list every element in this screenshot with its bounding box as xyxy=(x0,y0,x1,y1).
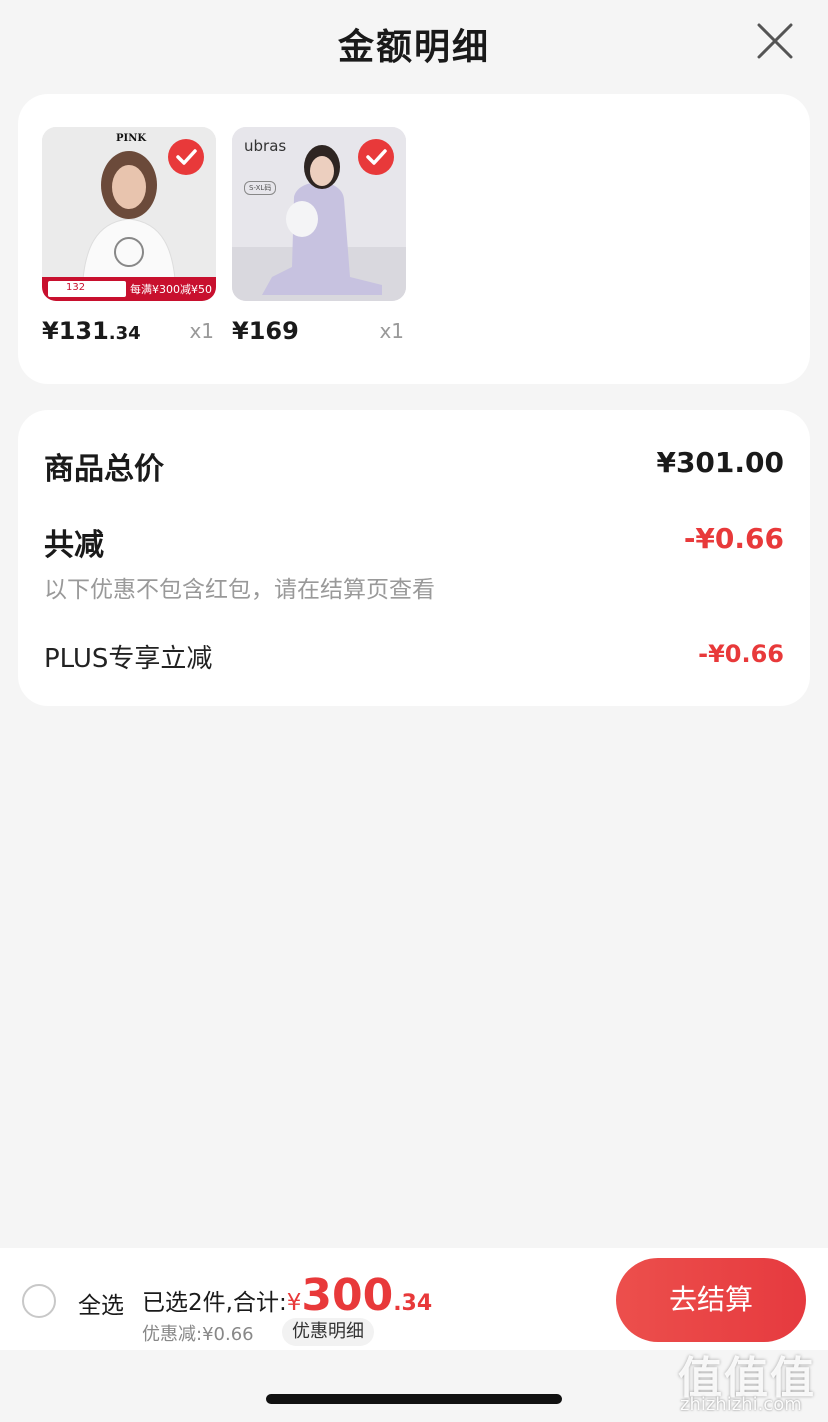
plus-discount-label: PLUS专享立减 xyxy=(44,644,213,674)
discount-label: 共减 xyxy=(44,528,104,563)
brand-logo: PINK xyxy=(116,133,147,144)
product-price: ¥169 xyxy=(232,317,299,345)
goods-total-value: ¥301.00 xyxy=(656,446,784,479)
product-card: PINK 132 每满¥300减¥50 ¥131.34 x1 ubras S-X… xyxy=(18,94,810,384)
checked-icon[interactable] xyxy=(358,139,394,175)
discount-detail-button[interactable]: 优惠明细 xyxy=(282,1318,374,1346)
product-image: PINK 132 每满¥300减¥50 xyxy=(42,127,216,301)
total-label: 已选2件,合计: xyxy=(142,1290,287,1316)
total-integer: 300 xyxy=(301,1270,394,1321)
product-image: ubras S-XL码 xyxy=(232,127,406,301)
product-item[interactable]: ubras S-XL码 ¥169 x1 xyxy=(232,127,406,345)
price-summary-card: 商品总价 ¥301.00 共减 -¥0.66 以下优惠不包含红包，请在结算页查看… xyxy=(18,410,810,706)
product-price: ¥131.34 xyxy=(42,317,141,345)
discount-value: -¥0.66 xyxy=(683,522,784,555)
price-decimal: .34 xyxy=(108,323,141,344)
watermark-url: zhizhizhi.com xyxy=(680,1394,802,1415)
total-line: 已选2件,合计:¥300.34 xyxy=(142,1270,432,1321)
currency-symbol: ¥ xyxy=(286,1290,302,1316)
product-item[interactable]: PINK 132 每满¥300减¥50 ¥131.34 x1 xyxy=(42,127,216,345)
checked-icon[interactable] xyxy=(168,139,204,175)
product-quantity: x1 xyxy=(189,319,214,343)
promo-price: 132 xyxy=(66,282,86,293)
select-all-label[interactable]: 全选 xyxy=(78,1286,124,1320)
goods-total-label: 商品总价 xyxy=(44,452,164,487)
price-integer: ¥169 xyxy=(232,317,299,345)
checkout-button[interactable]: 去结算 xyxy=(616,1258,806,1342)
promo-text: 每满¥300减¥50 xyxy=(130,283,212,296)
header: 金额明细 xyxy=(0,0,828,84)
total-decimal: .34 xyxy=(393,1291,433,1316)
close-icon[interactable] xyxy=(756,22,794,60)
discount-note: 以下优惠不包含红包，请在结算页查看 xyxy=(44,577,435,603)
promo-price-box xyxy=(48,281,126,297)
home-indicator[interactable] xyxy=(266,1394,562,1404)
discount-amount: 优惠减:¥0.66 xyxy=(142,1324,254,1345)
plus-discount-value: -¥0.66 xyxy=(698,640,784,668)
promo-banner: 132 每满¥300减¥50 xyxy=(42,277,216,301)
product-quantity: x1 xyxy=(379,319,404,343)
checkout-bar: 全选 已选2件,合计:¥300.34 优惠减:¥0.66 优惠明细 去结算 xyxy=(0,1248,828,1350)
select-all-radio[interactable] xyxy=(22,1284,56,1318)
price-integer: ¥131 xyxy=(42,317,109,345)
size-tag: S-XL码 xyxy=(244,181,277,195)
amount-detail-sheet: 金额明细 PINK 132 每满¥300减¥50 ¥131.34 x1 ubra… xyxy=(0,0,828,1422)
brand-logo: ubras xyxy=(244,137,287,155)
page-title: 金额明细 xyxy=(337,27,490,68)
